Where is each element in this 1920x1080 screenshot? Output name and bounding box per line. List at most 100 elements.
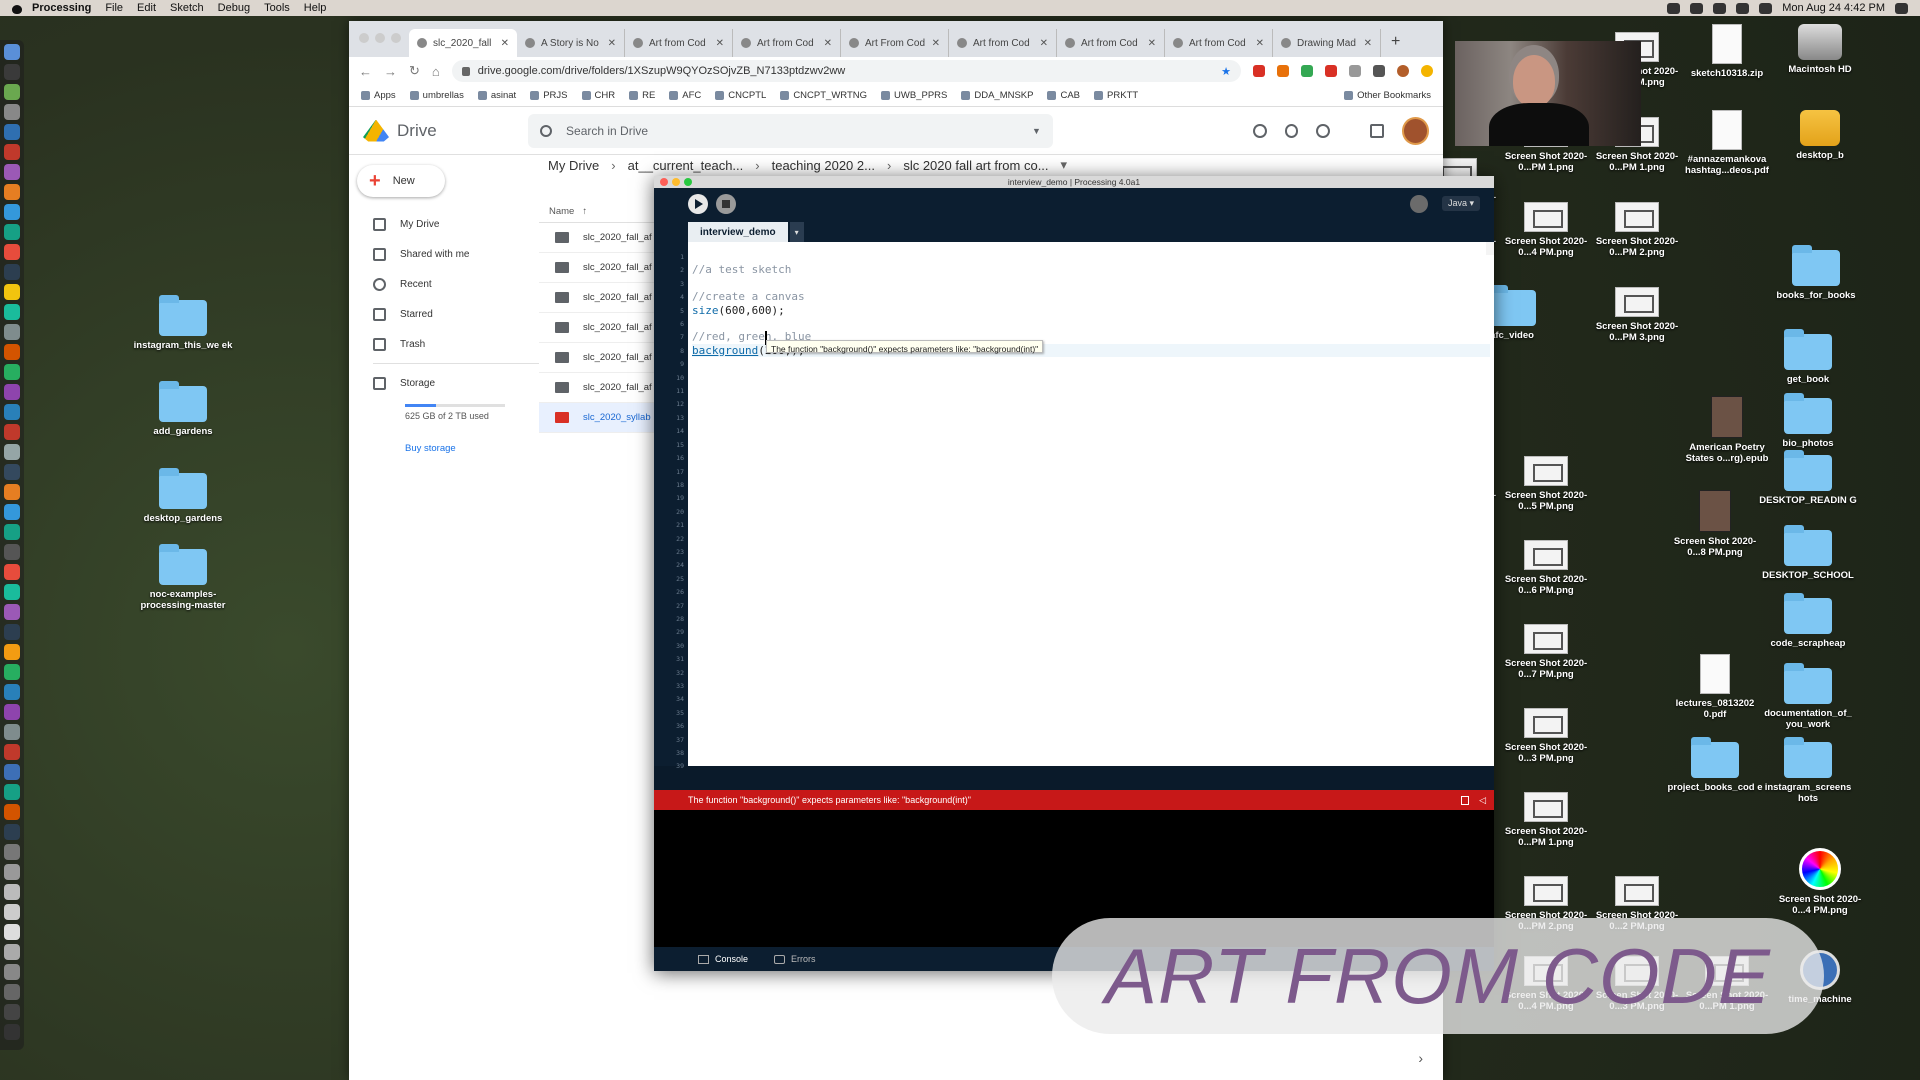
code-editor[interactable]: 1 2 3 4 5 6 7 8 9 10 11 12 13 14 15 16 17 18 19 20 21 22 23 24 2… <box>654 242 1494 770</box>
desktop-file[interactable]: Macintosh HD <box>1770 24 1870 75</box>
desktop-folder[interactable]: instagram_this_we ek <box>133 295 233 351</box>
browser-tab[interactable]: A Story is No ✕ <box>517 29 625 57</box>
dock-app-icon[interactable] <box>4 884 20 900</box>
back-icon[interactable]: ← <box>359 64 372 79</box>
menu-clock[interactable]: Mon Aug 24 4:42 PM <box>1782 2 1885 14</box>
bookmark-item[interactable]: RE <box>629 90 655 101</box>
browser-tab[interactable]: Art from Cod ✕ <box>625 29 733 57</box>
search-input[interactable]: Search in Drive ▼ <box>528 113 1053 148</box>
desktop-folder[interactable]: desktop_gardens <box>133 468 233 524</box>
dock-app-icon[interactable] <box>4 344 20 360</box>
dock-app-icon[interactable] <box>4 924 20 940</box>
breadcrumb-item[interactable]: teaching 2020 2... <box>772 158 875 173</box>
bookmark-item[interactable]: UWB_PPRS <box>881 90 947 101</box>
star-icon[interactable]: ★ <box>1221 65 1231 78</box>
desktop-file[interactable]: Screen Shot 2020-0...7 PM.png <box>1496 624 1596 681</box>
desktop-file[interactable]: sketch10318.zip <box>1677 24 1777 79</box>
mode-select[interactable]: Java ▾ <box>1441 196 1480 211</box>
help-icon[interactable] <box>1284 123 1299 138</box>
drive-logo[interactable]: Drive <box>363 119 528 142</box>
bookmark-item[interactable]: AFC <box>669 90 701 101</box>
close-tab-icon[interactable]: ✕ <box>1256 38 1264 49</box>
desktop-file[interactable]: DESKTOP_SCHOOL <box>1758 525 1858 581</box>
close-tab-icon[interactable]: ✕ <box>716 38 724 49</box>
dock-app-icon[interactable] <box>4 1004 20 1020</box>
dock-app-icon[interactable] <box>4 964 20 980</box>
dock-app-icon[interactable] <box>4 704 20 720</box>
close-tab-icon[interactable]: ✕ <box>824 38 832 49</box>
wifi-icon[interactable] <box>1736 2 1750 14</box>
desktop-file[interactable]: Screen Shot 2020-0...4 PM.png <box>1496 202 1596 259</box>
dock-app-icon[interactable] <box>4 504 20 520</box>
profile-avatar[interactable] <box>1397 65 1409 77</box>
browser-tab[interactable]: Art From Cod ✕ <box>841 29 949 57</box>
close-tab-icon[interactable]: ✕ <box>932 38 940 49</box>
dock-app-icon[interactable] <box>4 484 20 500</box>
desktop-file[interactable]: DESKTOP_READIN G <box>1758 450 1858 506</box>
dock-app-icon[interactable] <box>4 244 20 260</box>
browser-tab[interactable]: Art from Cod ✕ <box>733 29 841 57</box>
breadcrumb-item[interactable]: slc 2020 fall art from co... <box>903 158 1048 173</box>
bookmark-item[interactable]: CHR <box>581 90 615 101</box>
stop-button[interactable] <box>716 194 736 214</box>
zoom-window-button[interactable] <box>391 33 401 43</box>
home-icon[interactable]: ⌂ <box>432 64 440 79</box>
desktop-file[interactable]: documentation_of_ you_work <box>1758 663 1858 731</box>
debug-icon[interactable] <box>1410 195 1428 213</box>
new-button[interactable]: + New <box>357 165 445 197</box>
sidebar-item-shared[interactable]: Shared with me <box>349 239 539 269</box>
search-options-icon[interactable]: ▼ <box>1032 126 1041 136</box>
desktop-file[interactable]: Screen Shot 2020-0...PM 3.png <box>1587 287 1687 344</box>
dock-app-icon[interactable] <box>4 724 20 740</box>
tab-menu-icon[interactable]: ▾ <box>789 222 804 242</box>
dock-app-icon[interactable] <box>4 144 20 160</box>
tab-console[interactable]: Console <box>698 954 748 964</box>
bookmark-item[interactable]: CNCPTL <box>715 90 766 101</box>
chevron-right-icon[interactable]: › <box>1418 1050 1423 1066</box>
desktop-folder[interactable]: noc-examples-processing-master <box>133 544 233 612</box>
offline-icon[interactable] <box>1252 123 1267 138</box>
desktop-file[interactable]: Screen Shot 2020-0...6 PM.png <box>1496 540 1596 597</box>
extension-icon[interactable] <box>1349 65 1361 77</box>
close-tab-icon[interactable]: ✕ <box>1148 38 1156 49</box>
desktop-file[interactable]: books_for_books <box>1766 245 1866 301</box>
sort-arrow-icon[interactable]: ↑ <box>582 206 587 217</box>
browser-tab[interactable]: Art from Cod ✕ <box>949 29 1057 57</box>
desktop-file[interactable]: project_books_cod e <box>1665 737 1765 793</box>
desktop-file[interactable]: Screen Shot 2020-0...PM 2.png <box>1587 202 1687 259</box>
dock-app-icon[interactable] <box>4 64 20 80</box>
dock-app-icon[interactable] <box>4 404 20 420</box>
dock-app-icon[interactable] <box>4 304 20 320</box>
extension-icon[interactable] <box>1277 65 1289 77</box>
code-area[interactable]: //a test sketch //create a canvas size(6… <box>688 242 1494 766</box>
dock-app-icon[interactable] <box>4 564 20 580</box>
dock-app-icon[interactable] <box>4 784 20 800</box>
browser-tab[interactable]: Art from Cod ✕ <box>1057 29 1165 57</box>
desktop-file[interactable]: desktop_b <box>1770 110 1870 161</box>
close-tab-icon[interactable]: ✕ <box>608 38 616 49</box>
dock-app-icon[interactable] <box>4 424 20 440</box>
close-tab-icon[interactable]: ✕ <box>1040 38 1048 49</box>
menu-tools[interactable]: Tools <box>264 2 290 14</box>
desktop-file[interactable]: #annazemankova hashtag...deos.pdf <box>1677 110 1777 177</box>
desktop-file[interactable]: code_scrapheap <box>1758 593 1858 649</box>
browser-tab[interactable]: Drawing Mad ✕ <box>1273 29 1381 57</box>
browser-tab[interactable]: slc_2020_fall ✕ <box>409 29 517 57</box>
tray-icon[interactable] <box>1690 2 1704 14</box>
dock-app-icon[interactable] <box>4 284 20 300</box>
close-tab-icon[interactable]: ✕ <box>501 38 509 49</box>
dock-app-icon[interactable] <box>4 184 20 200</box>
extension-icon[interactable] <box>1421 65 1433 77</box>
close-tab-icon[interactable]: ✕ <box>1364 38 1372 49</box>
breadcrumb-item[interactable]: at__current_teach... <box>628 158 744 173</box>
dock-app-icon[interactable] <box>4 904 20 920</box>
run-button[interactable] <box>688 194 708 214</box>
breadcrumb-item[interactable]: My Drive <box>548 158 599 173</box>
bookmark-item[interactable]: PRKTT <box>1094 90 1138 101</box>
dock-app-icon[interactable] <box>4 384 20 400</box>
dock-app-icon[interactable] <box>4 744 20 760</box>
dock-app-icon[interactable] <box>4 804 20 820</box>
desktop-file[interactable]: Screen Shot 2020-0...3 PM.png <box>1496 708 1596 765</box>
close-window-button[interactable] <box>660 178 668 186</box>
tray-icon[interactable] <box>1713 2 1727 14</box>
